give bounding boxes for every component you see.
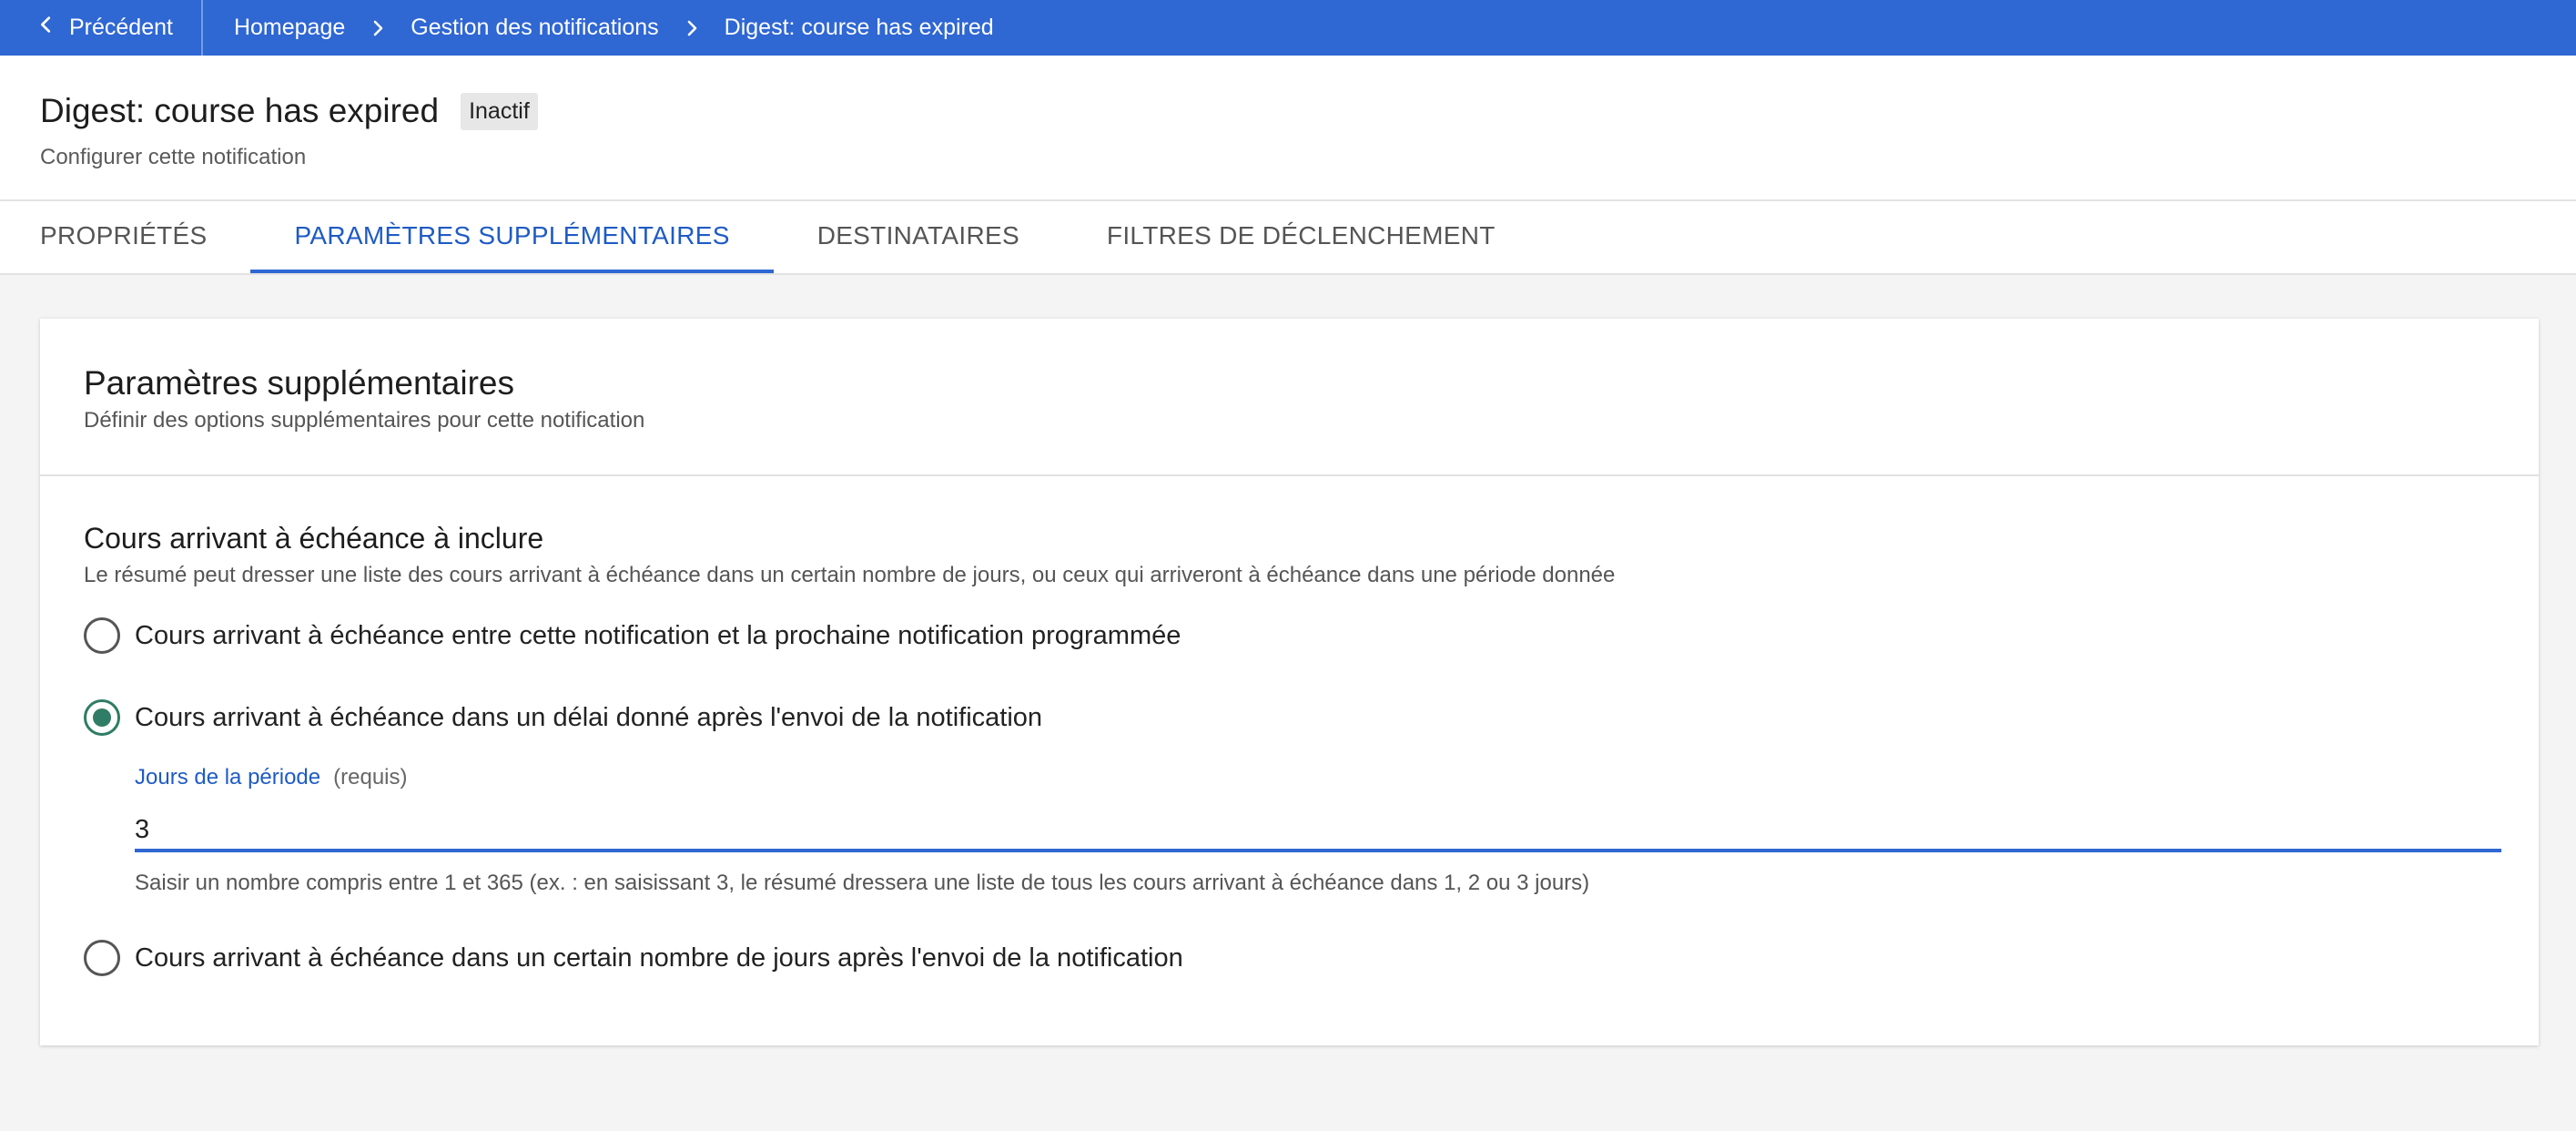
card-description: Définir des options supplémentaires pour… <box>84 408 645 433</box>
chevron-right-icon <box>681 17 703 39</box>
tab-additional-settings[interactable]: PARAMÈTRES SUPPLÉMENTAIRES <box>250 201 774 273</box>
radio-label: Cours arrivant à échéance dans un délai … <box>135 702 1043 732</box>
radio-label: Cours arrivant à échéance entre cette no… <box>135 620 1182 650</box>
section-description: Le résumé peut dresser une liste des cou… <box>84 563 1616 587</box>
status-badge: Inactif <box>461 92 538 130</box>
option-number-of-days[interactable]: Cours arrivant à échéance dans un certai… <box>84 940 2495 976</box>
radio-button-checked[interactable] <box>84 699 120 736</box>
period-days-input[interactable] <box>135 810 2501 852</box>
back-button[interactable]: Précédent <box>0 0 203 56</box>
radio-button[interactable] <box>84 940 120 976</box>
breadcrumb-homepage[interactable]: Homepage <box>234 15 345 41</box>
breadcrumb-current: Digest: course has expired <box>724 15 994 40</box>
due-courses-section: Cours arrivant à échéance à inclure Le r… <box>40 476 2539 976</box>
radio-button[interactable] <box>84 617 120 654</box>
card-title: Paramètres supplémentaires <box>84 364 514 402</box>
back-label: Précédent <box>69 15 173 40</box>
breadcrumb-notifications[interactable]: Gestion des notifications <box>411 15 658 41</box>
period-field-group: Jours de la période (requis) Saisir un no… <box>135 765 2501 896</box>
option-until-next-notification[interactable]: Cours arrivant à échéance entre cette no… <box>84 617 2495 654</box>
page-title: Digest: course has expired <box>40 92 440 129</box>
section-title: Cours arrivant à échéance à inclure <box>84 522 544 555</box>
tab-bar: PROPRIÉTÉS PARAMÈTRES SUPPLÉMENTAIRES DE… <box>0 201 2576 275</box>
chevron-left-icon <box>36 15 69 41</box>
settings-card: Paramètres supplémentaires Définir des o… <box>40 319 2539 1045</box>
period-field-label: Jours de la période (requis) <box>135 765 2495 790</box>
card-header: Paramètres supplémentaires Définir des o… <box>40 319 2539 476</box>
breadcrumb: Homepage Gestion des notifications Diges… <box>203 15 994 41</box>
radio-label: Cours arrivant à échéance dans un certai… <box>135 942 1183 973</box>
required-indicator: (requis) <box>333 765 408 790</box>
tab-properties[interactable]: PROPRIÉTÉS <box>40 201 250 273</box>
tab-trigger-filters[interactable]: FILTRES DE DÉCLENCHEMENT <box>1063 201 1539 273</box>
top-bar: Précédent Homepage Gestion des notificat… <box>0 0 2576 56</box>
period-field-hint: Saisir un nombre compris entre 1 et 365 … <box>135 871 1590 895</box>
chevron-right-icon <box>367 17 389 39</box>
page-header: Digest: course has expired Inactif Confi… <box>0 56 2576 201</box>
option-within-period[interactable]: Cours arrivant à échéance dans un délai … <box>84 699 2495 736</box>
page-subtitle: Configurer cette notification <box>40 145 307 169</box>
tab-recipients[interactable]: DESTINATAIRES <box>774 201 1063 273</box>
period-label: Jours de la période <box>135 765 321 790</box>
